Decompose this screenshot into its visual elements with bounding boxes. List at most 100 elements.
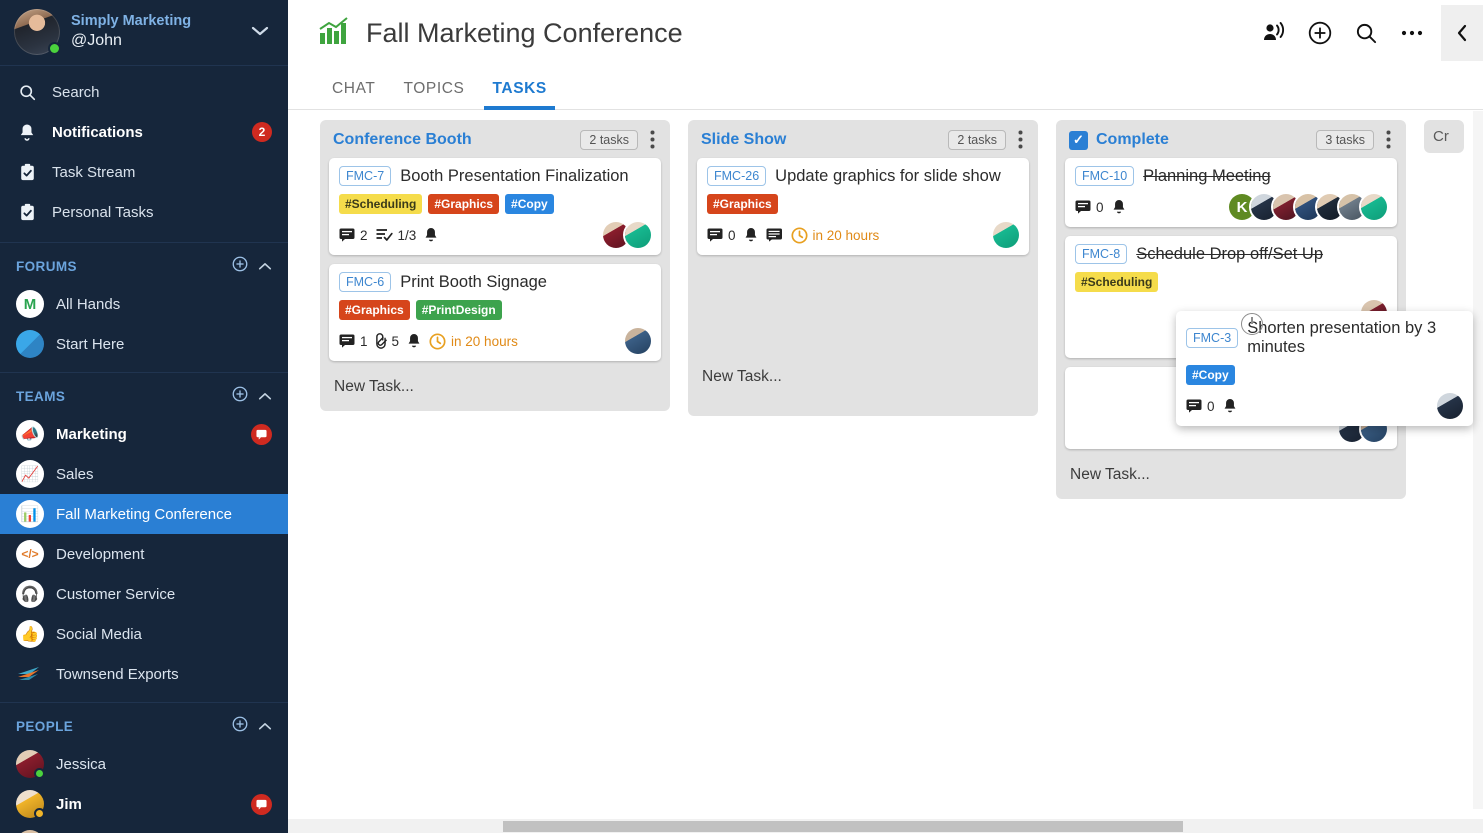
sidebar-item-label: All Hands bbox=[56, 296, 120, 313]
task-tags: #Scheduling #Graphics #Copy bbox=[339, 194, 651, 214]
task-card[interactable]: FMC-26 Update graphics for slide show #G… bbox=[697, 158, 1029, 255]
reminder-bell-icon bbox=[407, 333, 421, 349]
due-date: in 20 hours bbox=[429, 333, 518, 350]
tab-topics[interactable]: TOPICS bbox=[389, 80, 478, 109]
sidebar-item-sales[interactable]: 📈 Sales bbox=[0, 454, 288, 494]
sidebar-item-search[interactable]: Search bbox=[0, 72, 288, 112]
board-column-partial[interactable]: Cr bbox=[1424, 120, 1464, 153]
section-title: FORUMS bbox=[16, 259, 77, 274]
user-handle: @John bbox=[71, 32, 240, 50]
sidebar-item-label: Jessica bbox=[56, 756, 106, 773]
task-key: FMC-6 bbox=[339, 272, 391, 292]
paperclip-icon bbox=[376, 333, 387, 349]
task-title: Planning Meeting bbox=[1143, 167, 1271, 186]
bell-icon bbox=[16, 123, 38, 141]
unread-message-badge bbox=[251, 794, 272, 815]
unread-message-badge bbox=[251, 424, 272, 445]
task-key: FMC-10 bbox=[1075, 166, 1134, 186]
task-card[interactable]: FMC-6 Print Booth Signage #Graphics #Pri… bbox=[329, 264, 661, 361]
horizontal-scrollbar-thumb[interactable] bbox=[503, 821, 1183, 832]
sidebar-item-customer-service[interactable]: 🎧 Customer Service bbox=[0, 574, 288, 614]
tab-chat[interactable]: CHAT bbox=[318, 80, 389, 109]
comment-count: 1 bbox=[339, 334, 368, 349]
dragged-task-card[interactable]: FMC-3 Shorten presentation by 3 minutes … bbox=[1176, 311, 1473, 426]
task-title: Update graphics for slide show bbox=[775, 167, 1001, 186]
task-tag: #Graphics bbox=[339, 300, 410, 320]
more-icon[interactable] bbox=[1389, 10, 1435, 56]
task-card[interactable]: FMC-10 Planning Meeting 0 K bbox=[1065, 158, 1397, 227]
board-column-conference-booth: Conference Booth 2 tasks FMC-7 Booth Pre… bbox=[320, 120, 670, 411]
chevron-up-icon[interactable] bbox=[256, 390, 272, 404]
comment-icon bbox=[1075, 200, 1091, 214]
avatar bbox=[16, 790, 44, 818]
column-title: Conference Booth bbox=[333, 131, 472, 149]
section-title: TEAMS bbox=[16, 389, 65, 404]
chevron-up-icon[interactable] bbox=[256, 720, 272, 734]
sidebar-item-label: Customer Service bbox=[56, 586, 175, 603]
sidebar-item-jim[interactable]: Jim bbox=[0, 784, 288, 824]
sidebar-item-development[interactable]: </> Development bbox=[0, 534, 288, 574]
horizontal-scrollbar[interactable] bbox=[288, 819, 1483, 833]
sidebar-item-start-here[interactable]: Start Here bbox=[0, 324, 288, 364]
chart-icon bbox=[318, 16, 352, 50]
sidebar-item-all-hands[interactable]: M All Hands bbox=[0, 284, 288, 324]
sidebar-item-label: Search bbox=[52, 84, 100, 101]
workspace-switcher[interactable]: Simply Marketing @John bbox=[0, 0, 288, 66]
kebab-menu-icon[interactable] bbox=[1014, 130, 1027, 149]
assignee-avatars bbox=[1441, 393, 1463, 419]
new-task-input[interactable]: New Task... bbox=[697, 360, 1029, 395]
vertical-scrollbar[interactable] bbox=[1473, 111, 1483, 809]
comment-count: 2 bbox=[339, 228, 368, 243]
column-header: Slide Show 2 tasks bbox=[697, 128, 1029, 158]
teams-header: TEAMS bbox=[0, 373, 288, 414]
teams-section: TEAMS 📣 Marketing 📈 Sales 📊 bbox=[0, 373, 288, 703]
sidebar-item-townsend-exports[interactable]: Townsend Exports bbox=[0, 654, 288, 694]
collapse-panel-button[interactable] bbox=[1441, 5, 1483, 61]
forums-section: FORUMS M All Hands Start Here bbox=[0, 243, 288, 373]
clock-icon bbox=[429, 333, 446, 350]
sidebar-item-jessica[interactable]: Jessica bbox=[0, 744, 288, 784]
search-icon[interactable] bbox=[1343, 10, 1389, 56]
add-icon[interactable] bbox=[1297, 10, 1343, 56]
sidebar-item-notifications[interactable]: Notifications 2 bbox=[0, 112, 288, 152]
due-date: in 20 hours bbox=[791, 227, 880, 244]
sidebar-item-marketing[interactable]: 📣 Marketing bbox=[0, 414, 288, 454]
kebab-menu-icon[interactable] bbox=[646, 130, 659, 149]
sidebar-item-label: Sales bbox=[56, 466, 94, 483]
add-team-icon[interactable] bbox=[232, 386, 248, 407]
reminder-bell-icon bbox=[744, 227, 758, 243]
sidebar-item-personal-tasks[interactable]: Personal Tasks bbox=[0, 192, 288, 232]
team-avatar: 📊 bbox=[16, 500, 44, 528]
announcement-icon[interactable] bbox=[1251, 10, 1297, 56]
assignee-avatars bbox=[997, 222, 1019, 248]
sidebar-item-label: Fall Marketing Conference bbox=[56, 506, 232, 523]
chevron-up-icon[interactable] bbox=[256, 260, 272, 274]
team-avatar bbox=[16, 660, 44, 688]
add-person-icon[interactable] bbox=[232, 716, 248, 737]
task-key: FMC-3 bbox=[1186, 328, 1238, 348]
column-task-count: 2 tasks bbox=[580, 130, 638, 150]
tab-bar: CHAT TOPICS TASKS bbox=[288, 66, 1483, 110]
section-title: PEOPLE bbox=[16, 719, 73, 734]
tab-tasks[interactable]: TASKS bbox=[478, 80, 560, 109]
comment-count: 0 bbox=[1075, 200, 1104, 215]
sidebar-item-fall-marketing-conference[interactable]: 📊 Fall Marketing Conference bbox=[0, 494, 288, 534]
new-task-input[interactable]: New Task... bbox=[329, 370, 661, 405]
header-actions bbox=[1251, 0, 1483, 66]
kebab-menu-icon[interactable] bbox=[1382, 130, 1395, 149]
avatar bbox=[14, 9, 60, 55]
team-avatar: </> bbox=[16, 540, 44, 568]
chevron-down-icon[interactable] bbox=[251, 22, 274, 42]
comment-count: 0 bbox=[707, 228, 736, 243]
add-forum-icon[interactable] bbox=[232, 256, 248, 277]
sidebar-item-task-stream[interactable]: Task Stream bbox=[0, 152, 288, 192]
task-meta: 2 1/3 bbox=[339, 222, 651, 248]
task-card[interactable]: FMC-7 Booth Presentation Finalization #S… bbox=[329, 158, 661, 255]
comment-icon bbox=[339, 334, 355, 348]
sidebar-item-label: Start Here bbox=[56, 336, 124, 353]
task-tag: #Graphics bbox=[707, 194, 778, 214]
sidebar-item-david[interactable]: David bbox=[0, 824, 288, 833]
new-task-input[interactable]: New Task... bbox=[1065, 458, 1397, 493]
sidebar-item-social-media[interactable]: 👍 Social Media bbox=[0, 614, 288, 654]
assignee-avatars bbox=[629, 328, 651, 354]
